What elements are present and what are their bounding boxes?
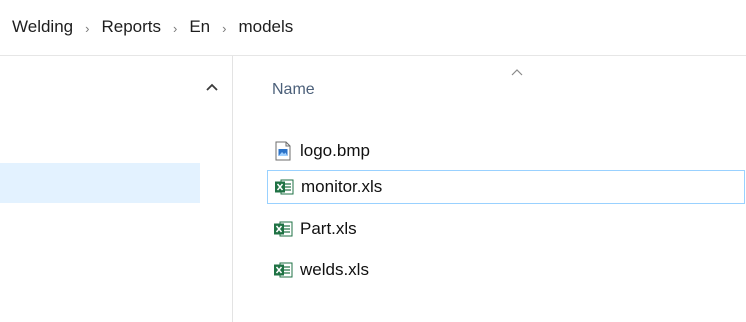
file-explorer-window: Welding › Reports › En › models Name log… bbox=[0, 0, 746, 322]
breadcrumb-separator-icon[interactable]: › bbox=[165, 21, 185, 36]
excel-file-icon bbox=[273, 259, 293, 281]
column-header-name[interactable]: Name bbox=[272, 81, 315, 99]
file-name: welds.xls bbox=[300, 260, 369, 279]
excel-file-icon bbox=[274, 176, 294, 198]
navigation-pane[interactable] bbox=[0, 56, 232, 322]
bitmap-image-icon bbox=[273, 140, 293, 162]
excel-file-icon bbox=[273, 218, 293, 240]
scroll-up-arrow-icon[interactable] bbox=[205, 80, 219, 94]
breadcrumb: Welding › Reports › En › models bbox=[8, 10, 297, 44]
file-name: logo.bmp bbox=[300, 141, 370, 160]
breadcrumb-item-reports[interactable]: Reports bbox=[97, 15, 165, 39]
breadcrumb-separator-icon[interactable]: › bbox=[77, 21, 97, 36]
navigation-selected-item[interactable] bbox=[0, 163, 200, 203]
file-name: Part.xls bbox=[300, 219, 357, 238]
file-row-part-xls[interactable]: Part.xls bbox=[267, 212, 745, 246]
breadcrumb-item-en[interactable]: En bbox=[185, 15, 214, 39]
file-name: monitor.xls bbox=[301, 177, 383, 196]
breadcrumb-item-models[interactable]: models bbox=[234, 15, 297, 39]
sort-ascending-icon bbox=[511, 69, 523, 76]
file-row-monitor-xls[interactable]: monitor.xls bbox=[267, 170, 745, 204]
file-list: Name logo.bmp monitor.xls Part.xls welds… bbox=[233, 56, 746, 322]
file-row-logo-bmp[interactable]: logo.bmp bbox=[267, 134, 745, 168]
breadcrumb-item-welding[interactable]: Welding bbox=[8, 15, 77, 39]
breadcrumb-separator-icon[interactable]: › bbox=[214, 21, 234, 36]
file-row-welds-xls[interactable]: welds.xls bbox=[267, 253, 745, 287]
